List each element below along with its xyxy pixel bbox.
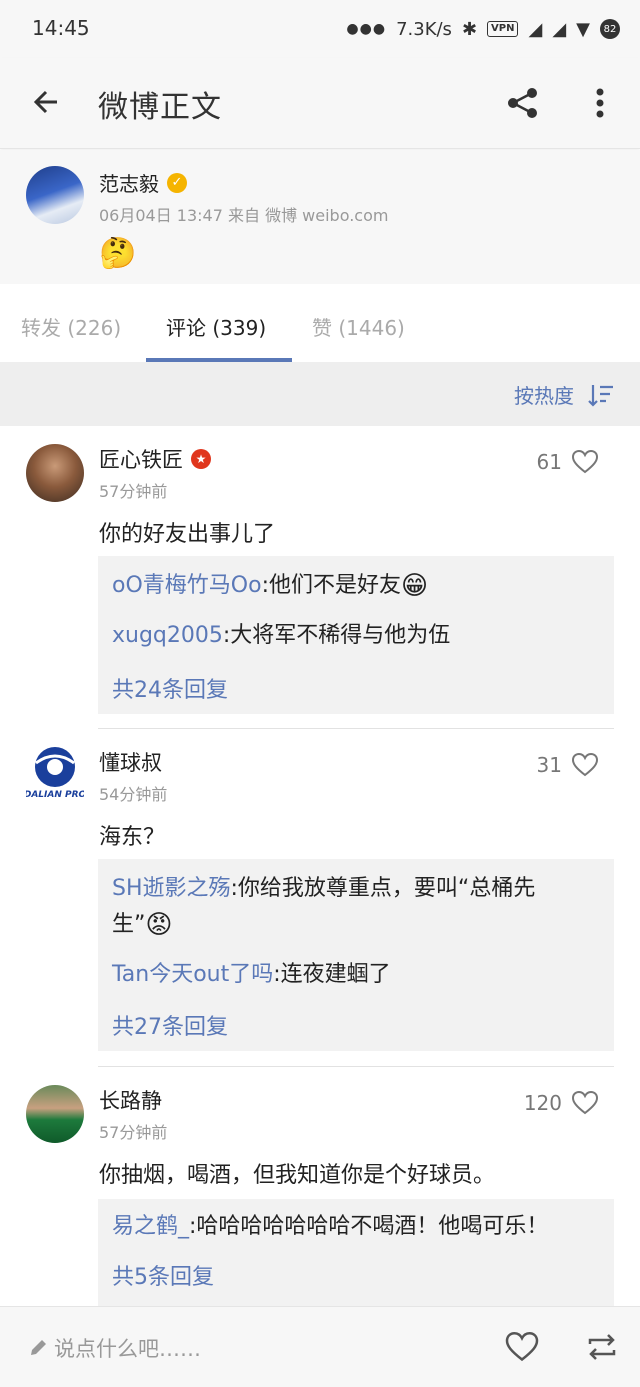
more-vertical-icon [596, 88, 604, 118]
comment-item: DALIAN PRO 懂球叔 54分钟前 31 海东？ SH逝影之殇:你给我放尊… [0, 729, 640, 1065]
commenter-avatar[interactable] [26, 444, 84, 502]
arrow-left-icon [33, 90, 57, 114]
commenter-name[interactable]: 长路静 [99, 1085, 162, 1115]
bluetooth-icon: ✱ [461, 18, 478, 40]
repost-button[interactable] [582, 1327, 622, 1367]
status-time: 14:45 [32, 16, 90, 40]
reply-user[interactable]: Tan今天out了吗 [112, 962, 273, 987]
post-content: 🤔 [99, 236, 137, 271]
reply-text: :他们不是好友 [261, 573, 401, 598]
comment-input[interactable]: 说点什么吧…… [28, 1333, 201, 1363]
wifi-icon: ▼ [576, 18, 590, 40]
commenter-name[interactable]: 匠心铁匠 ★ [99, 444, 211, 474]
dalian-pro-logo-icon: DALIAN PRO [26, 747, 84, 800]
like-count: 120 [523, 1091, 562, 1115]
comment-like-button[interactable]: 31 [537, 753, 598, 777]
sort-icon [588, 384, 613, 407]
reply-item[interactable]: xugq2005:大将军不稀得与他为伍 [112, 618, 594, 654]
commenter-name[interactable]: 懂球叔 [99, 747, 162, 777]
status-icons: ●●● 7.3K/s ✱ VPN ◢ ◢ ▼ 82 [346, 14, 620, 44]
share-button[interactable] [502, 82, 544, 124]
pencil-icon [31, 1340, 46, 1355]
net-speed: 7.3K/s [396, 18, 452, 40]
status-bar: 14:45 ●●● 7.3K/s ✱ VPN ◢ ◢ ▼ 82 [0, 0, 640, 58]
reply-user[interactable]: SH逝影之殇 [112, 876, 231, 901]
reply-user[interactable]: oO青梅竹马Oo [112, 573, 262, 598]
reply-text: :哈哈哈哈哈哈哈不喝酒！他喝可乐！ [189, 1214, 549, 1239]
tab-comments[interactable]: 评论 (339) [166, 312, 266, 341]
heart-icon [572, 753, 598, 777]
comment-text: 海东？ [99, 825, 166, 850]
commenter-name-text: 懂球叔 [99, 751, 162, 775]
comment-item: 长路静 57分钟前 120 你抽烟，喝酒，但我知道你是个好球员。 易之鹤_:哈哈… [0, 1067, 640, 1307]
grin-emoji-icon: 😁 [400, 571, 429, 601]
reply-item[interactable]: 易之鹤_:哈哈哈哈哈哈哈不喝酒！他喝可乐！ [112, 1209, 594, 1245]
reply-box: 易之鹤_:哈哈哈哈哈哈哈不喝酒！他喝可乐！ 共5条回复 [98, 1199, 614, 1307]
signal-icon: ◢ [528, 18, 543, 40]
share-icon [508, 88, 537, 118]
more-replies-link[interactable]: 共27条回复 [112, 1009, 228, 1041]
bottom-bar: 说点什么吧…… [0, 1306, 640, 1387]
post-header: 范志毅 ✓ 06月04日 13:47 来自 微博 weibo.com 🤔 [0, 150, 640, 284]
tab-reposts[interactable]: 转发 (226) [21, 312, 121, 341]
battery-icon: 82 [600, 19, 620, 39]
reply-item[interactable]: SH逝影之殇:你给我放尊重点，要叫“总桶先生”😡 [112, 871, 594, 943]
heart-icon [572, 450, 598, 474]
commenter-name-text: 长路静 [99, 1089, 162, 1113]
page-title: 微博正文 [98, 90, 222, 125]
avatar-logo-text: DALIAN PRO [26, 790, 84, 800]
reply-user[interactable]: 易之鹤_ [112, 1214, 189, 1239]
author-name-text: 范志毅 [99, 172, 159, 196]
reply-text: :大将军不稀得与他为伍 [222, 623, 451, 648]
sort-label: 按热度 [514, 384, 574, 408]
reply-box: oO青梅竹马Oo:他们不是好友😁 xugq2005:大将军不稀得与他为伍 共24… [98, 556, 614, 714]
commenter-avatar[interactable] [26, 1085, 84, 1143]
author-name[interactable]: 范志毅 ✓ [99, 168, 187, 197]
sort-bar: 按热度 [0, 362, 640, 426]
reply-box: SH逝影之殇:你给我放尊重点，要叫“总桶先生”😡 Tan今天out了吗:连夜建蝈… [98, 859, 614, 1051]
tab-likes[interactable]: 赞 (1446) [312, 312, 405, 341]
commenter-avatar[interactable]: DALIAN PRO [26, 745, 84, 803]
more-replies-link[interactable]: 共5条回复 [112, 1259, 214, 1291]
author-avatar[interactable] [26, 166, 84, 224]
post-meta: 06月04日 13:47 来自 微博 weibo.com [99, 206, 389, 225]
signal-hd-icon: ◢ [552, 18, 567, 40]
comment-item: 匠心铁匠 ★ 57分钟前 61 你的好友出事儿了 oO青梅竹马Oo:他们不是好友… [0, 426, 640, 728]
comment-text: 你的好友出事儿了 [99, 522, 276, 547]
comment-time: 54分钟前 [99, 785, 168, 804]
vpn-badge: VPN [487, 21, 519, 37]
reply-text: :连夜建蝈了 [273, 962, 391, 987]
more-replies-link[interactable]: 共24条回复 [112, 672, 228, 704]
sort-button[interactable]: 按热度 [514, 380, 614, 409]
verified-icon: ✓ [167, 172, 187, 193]
comment-text: 你抽烟，喝酒，但我知道你是个好球员。 [99, 1163, 496, 1188]
app-bar: 微博正文 [0, 58, 640, 149]
like-count: 61 [536, 450, 562, 474]
like-post-button[interactable] [502, 1327, 542, 1367]
member-badge-icon: ★ [191, 449, 211, 469]
dots-icon: ●●● [346, 21, 387, 37]
angry-emoji-icon: 😡 [145, 910, 173, 940]
reply-user[interactable]: xugq2005 [112, 623, 223, 648]
back-button[interactable] [26, 82, 66, 122]
more-button[interactable] [582, 82, 618, 124]
tab-bar: 转发 (226) 评论 (339) 赞 (1446) [0, 284, 640, 362]
repost-icon [588, 1334, 616, 1360]
like-count: 31 [536, 753, 562, 777]
comment-input-placeholder: 说点什么吧…… [54, 1337, 201, 1361]
comment-like-button[interactable]: 120 [524, 1091, 598, 1115]
commenter-name-text: 匠心铁匠 [99, 448, 183, 472]
comment-time: 57分钟前 [99, 1123, 168, 1142]
reply-item[interactable]: Tan今天out了吗:连夜建蝈了 [112, 957, 594, 993]
heart-icon [572, 1091, 598, 1115]
comment-time: 57分钟前 [99, 482, 168, 501]
heart-icon [505, 1332, 539, 1362]
comment-like-button[interactable]: 61 [537, 450, 598, 474]
reply-item[interactable]: oO青梅竹马Oo:他们不是好友😁 [112, 568, 594, 604]
